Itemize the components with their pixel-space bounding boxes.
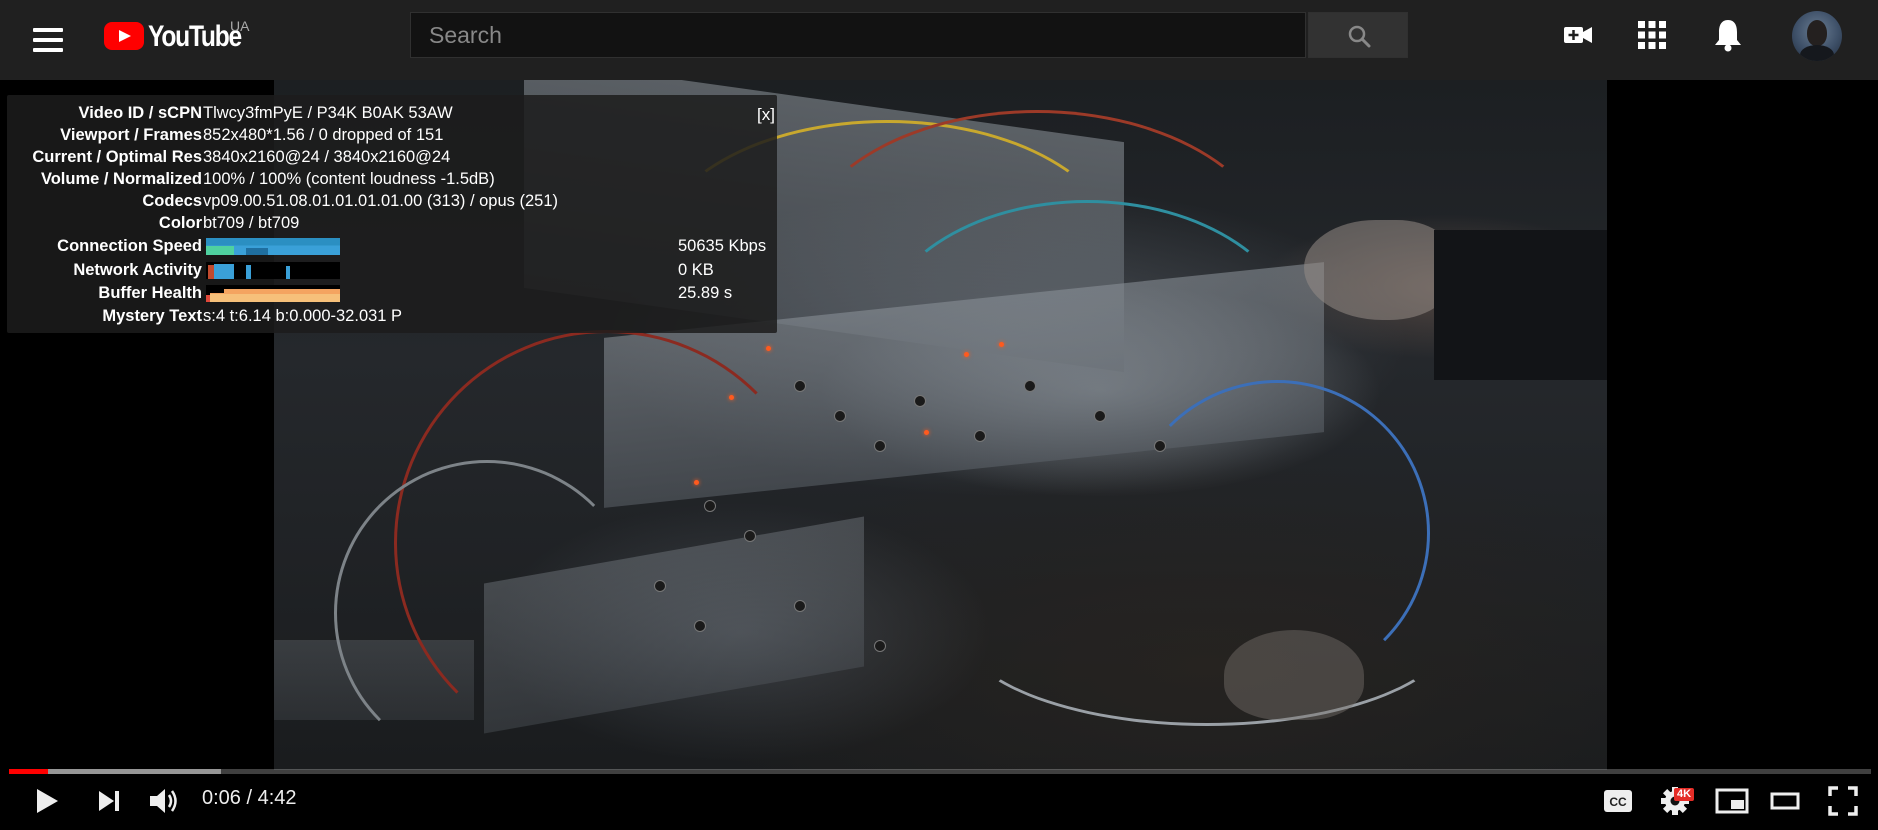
stat-row: Network Activity 0 KB	[7, 259, 777, 281]
progress-played	[9, 769, 48, 774]
connection-speed-graph	[206, 238, 340, 255]
stat-label: Video ID / sCPN	[78, 104, 202, 122]
menu-icon[interactable]	[26, 22, 70, 58]
buffer-health-graph	[206, 285, 340, 302]
stat-row: Viewport / Frames 852x480*1.56 / 0 dropp…	[7, 124, 777, 146]
stat-value: Tlwcy3fmPyE / P34K B0AK 53AW	[203, 104, 453, 122]
apps-grid-icon[interactable]	[1638, 21, 1666, 49]
subtitles-icon[interactable]: CC	[1603, 789, 1633, 813]
progress-bar[interactable]	[9, 769, 1871, 774]
stat-row: Codecs vp09.00.51.08.01.01.01.01.00 (313…	[7, 190, 777, 212]
next-icon[interactable]	[97, 790, 121, 812]
network-activity-graph	[206, 262, 340, 279]
stat-label: Mystery Text	[102, 307, 202, 325]
svg-text:CC: CC	[1609, 795, 1627, 809]
stat-label: Volume / Normalized	[40, 170, 202, 188]
stat-label: Buffer Health	[98, 284, 202, 302]
fullscreen-icon[interactable]	[1828, 786, 1858, 816]
stat-label: Current / Optimal Res	[32, 148, 202, 166]
stat-value: s:4 t:6.14 b:0.000-32.031 P	[203, 307, 403, 325]
stats-for-nerds-panel: [x] Video ID / sCPN Tlwcy3fmPyE / P34K B…	[7, 95, 777, 333]
stat-row: Color bt709 / bt709	[7, 212, 777, 234]
quality-badge: 4K	[1674, 788, 1695, 801]
stat-side-value: 50635 Kbps	[678, 237, 767, 255]
stat-row: Current / Optimal Res 3840x2160@24 / 384…	[7, 146, 777, 168]
logo-text: YouTube	[148, 20, 242, 53]
time-display: 0:06 / 4:42	[202, 787, 297, 809]
theater-mode-icon[interactable]	[1770, 791, 1800, 811]
stat-row: Volume / Normalized 100% / 100% (content…	[7, 168, 777, 190]
avatar[interactable]	[1792, 11, 1842, 61]
stat-row: Video ID / sCPN Tlwcy3fmPyE / P34K B0AK …	[7, 102, 777, 124]
stat-side-value: 25.89 s	[678, 284, 733, 302]
stat-label: Codecs	[142, 192, 202, 210]
stat-side-value: 0 KB	[678, 261, 714, 279]
stat-row: Mystery Text s:4 t:6.14 b:0.000-32.031 P	[7, 305, 777, 327]
stat-label: Connection Speed	[57, 237, 202, 255]
search-icon	[1348, 25, 1371, 48]
stat-value: vp09.00.51.08.01.01.01.01.00 (313) / opu…	[203, 192, 559, 210]
stat-row: Connection Speed 50635 Kbps	[7, 235, 777, 257]
region-code: UA	[230, 18, 250, 34]
stat-row: Buffer Health 25.89 s	[7, 282, 777, 304]
search-button[interactable]	[1308, 12, 1408, 58]
masthead: YouTube UA Search	[0, 0, 1878, 80]
stat-value: 852x480*1.56 / 0 dropped of 151	[203, 126, 444, 144]
youtube-play-icon	[104, 22, 144, 50]
stat-value: 3840x2160@24 / 3840x2160@24	[203, 148, 451, 166]
stat-value: bt709 / bt709	[203, 214, 300, 232]
miniplayer-icon[interactable]	[1715, 788, 1749, 814]
play-icon[interactable]	[34, 787, 60, 815]
stat-label: Viewport / Frames	[60, 126, 202, 144]
stat-label: Color	[158, 214, 202, 232]
create-video-icon[interactable]	[1563, 20, 1593, 50]
volume-icon[interactable]	[148, 786, 180, 816]
stat-value: 100% / 100% (content loudness -1.5dB)	[203, 170, 495, 188]
notifications-bell-icon[interactable]	[1714, 18, 1742, 52]
stat-label: Network Activity	[73, 261, 202, 279]
search-input[interactable]: Search	[410, 12, 1306, 58]
